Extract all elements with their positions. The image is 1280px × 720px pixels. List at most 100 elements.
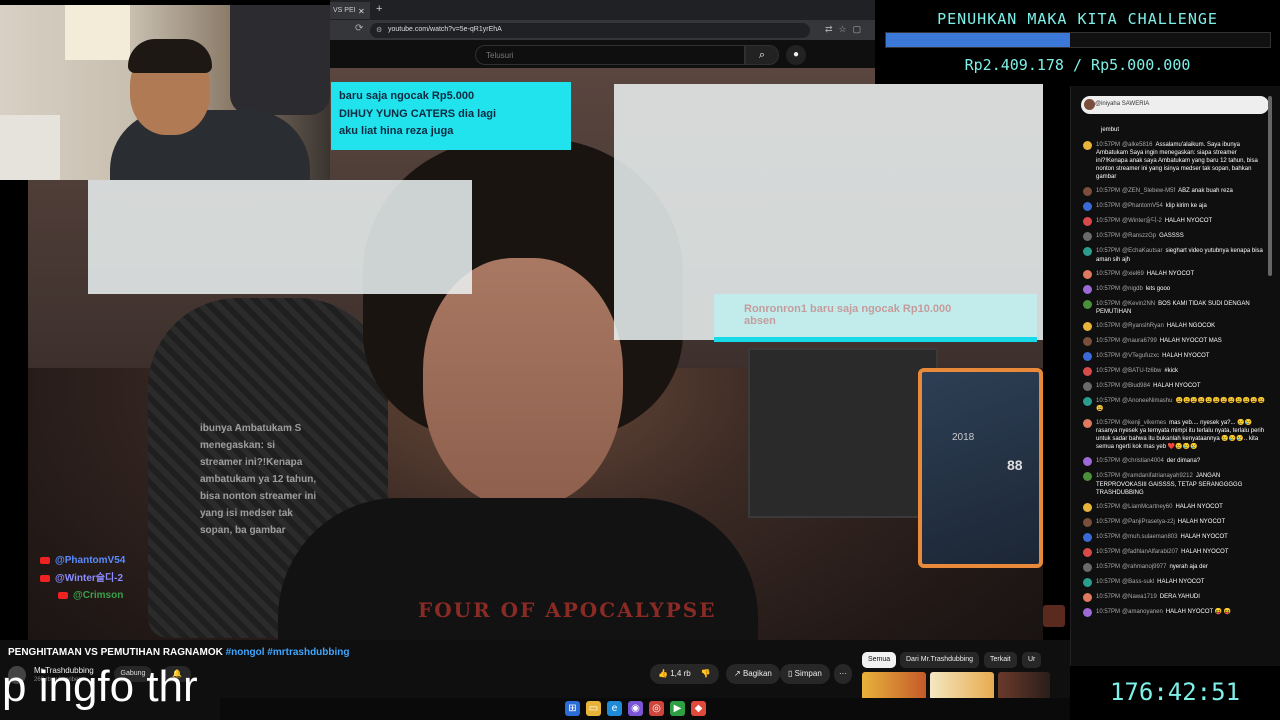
play-icon[interactable]: ▶ — [670, 701, 685, 716]
chat-timestamp: 10:57PM — [1096, 322, 1121, 329]
taskbar: ⊞ ▭ e ◉ ◎ ▶ ◆ — [220, 698, 1070, 720]
challenge-title: PENUHKAN MAKA KITA CHALLENGE — [937, 10, 1218, 28]
chat-username[interactable]: @RanszzGp — [1122, 233, 1156, 239]
related-video-thumbnail[interactable] — [862, 672, 926, 700]
like-icon: 👍 — [658, 669, 668, 678]
avatar — [1083, 562, 1092, 572]
related-video-thumbnail[interactable] — [998, 672, 1050, 700]
chat-username[interactable]: @Bass-sukl — [1122, 579, 1154, 585]
avatar — [1083, 517, 1092, 527]
avatar — [1083, 457, 1092, 467]
chat-message-body: 10:57PM @Kevin2NN BOS KAMI TIDAK SUDI DENG… — [1096, 300, 1269, 316]
new-tab-icon[interactable]: + — [376, 3, 382, 15]
chat-username[interactable]: @AnoneeNimashu — [1122, 398, 1172, 404]
edge-icon[interactable]: e — [607, 701, 622, 716]
chat-pinned-header[interactable]: @iniyaha SAWERIA — [1081, 96, 1269, 114]
avatar — [1083, 502, 1092, 512]
more-actions-button[interactable]: ··· — [834, 664, 852, 684]
chat-username[interactable]: @ZEN_Slebew-M5f — [1122, 188, 1175, 194]
browser-tab[interactable]: VS PEI ✕ — [330, 2, 370, 19]
chat-username[interactable]: @rahmanoj9977 — [1122, 564, 1166, 570]
chat-message-body: 10:57PM @Blud984 HALAH NYOCOT — [1096, 382, 1200, 391]
filter-chip[interactable]: Semua — [862, 652, 897, 668]
chat-username[interactable]: @alke5816 — [1122, 142, 1152, 148]
reload-icon[interactable]: ⟳ — [355, 23, 363, 34]
chat-text: HALAH NYOCOT — [1153, 382, 1201, 389]
chat-message: 10:57PM @Blud984 HALAH NYOCOT — [1083, 381, 1269, 391]
chat-text: GASSSS — [1159, 233, 1184, 240]
filter-chip[interactable]: Terkait — [984, 652, 1017, 668]
chat-timestamp: 10:57PM — [1096, 548, 1121, 555]
chat-username[interactable]: @Winter슬디-2 — [1122, 218, 1162, 224]
save-button[interactable]: ▯ Simpan — [780, 664, 830, 684]
chat-message: 10:57PM @alke5816 Assalamu'alaikum. Saya i… — [1083, 141, 1269, 181]
chat-username[interactable]: @VTegufuzxc — [1122, 353, 1159, 359]
address-bar[interactable]: ⚙ youtube.com/watch?v=5e-qR1yrEhA — [370, 23, 810, 38]
chat-username[interactable]: @Kevin2NN — [1122, 301, 1155, 307]
video-title-tags[interactable]: #nongol #mrtrashdubbing — [226, 647, 350, 658]
chrome-icon[interactable]: ◎ — [649, 701, 664, 716]
chat-message-body: 10:57PM @VTegufuzxc HALAH NYOCOT — [1096, 352, 1209, 361]
share-button[interactable]: ↗ Bagikan — [726, 664, 780, 684]
close-icon[interactable]: ✕ — [358, 7, 365, 16]
filter-chip[interactable]: Ur — [1022, 652, 1042, 668]
chat-text: nyerah aja der — [1169, 563, 1208, 570]
dislike-icon[interactable]: 👎 — [701, 669, 711, 678]
avatar — [1083, 187, 1092, 197]
search-icon[interactable]: ⌕ — [745, 45, 779, 65]
like-button[interactable]: 👍 1,4 rb 👎 — [650, 664, 719, 684]
chat-overlay-name: @PhantomV54 — [55, 555, 126, 566]
chat-username[interactable]: @muh.sulaeman803 — [1122, 534, 1177, 540]
chat-username[interactable]: @fadhlanAlfarabi207 — [1122, 549, 1178, 555]
chat-username[interactable]: @PanjiPrasetya-z2j — [1122, 519, 1175, 525]
chat-username[interactable]: @amanoyanen — [1122, 609, 1163, 615]
chat-username[interactable]: @PhantomV54 — [1122, 203, 1163, 209]
chat-username[interactable]: @Nawa1719 — [1122, 594, 1157, 600]
chat-timestamp: 10:57PM — [1096, 473, 1121, 480]
chat-scrollbar[interactable] — [1268, 96, 1272, 276]
youtube-icon — [58, 592, 68, 600]
chat-text: ABZ anak buah reza — [1178, 188, 1233, 195]
search-input[interactable]: Telusuri — [475, 45, 745, 65]
chat-timestamp: 10:57PM — [1096, 458, 1121, 465]
chat-message-body: 10:57PM @LiamMcartney60 HALAH NYOCOT — [1096, 503, 1223, 512]
chat-username[interactable]: @kenji_vikernes — [1122, 420, 1166, 426]
chat-message: 10:57PM @fadhlanAlfarabi207 HALAH NYOCOT — [1083, 547, 1269, 557]
chat-username[interactable]: @EchaKautsar — [1122, 248, 1162, 254]
discord-icon[interactable]: ◉ — [628, 701, 643, 716]
chat-timestamp: 10:57PM — [1096, 367, 1121, 374]
chat-message: 10:57PM @ZEN_Slebew-M5f ABZ anak buah reza — [1083, 187, 1269, 197]
windows-start-icon[interactable]: ⊞ — [565, 701, 580, 716]
chat-username[interactable]: @Blud984 — [1122, 383, 1150, 389]
toolbar-icons[interactable]: ⇄☆▢ — [825, 24, 867, 35]
streamer-face — [423, 258, 623, 508]
chat-username[interactable]: @BATU-fz6bw — [1122, 368, 1161, 374]
site-info-icon[interactable]: ⚙ — [376, 26, 382, 34]
chat-message: 10:57PM @BATU-fz6bw #kick — [1083, 366, 1269, 376]
chat-username[interactable]: @christian4004 — [1122, 458, 1164, 464]
donation-line: DIHUY YUNG CATERS dia lagi — [339, 107, 497, 120]
chat-message: 10:57PM @kenji_vikernes mas yeb.... nyesek… — [1083, 419, 1269, 451]
youtube-icon — [40, 557, 50, 565]
chat-message-body: 10:57PM @kenji_vikernes mas yeb.... nyesek… — [1096, 419, 1269, 451]
chat-username[interactable]: @RyanslhRyan — [1122, 323, 1164, 329]
chat-timestamp: 10:57PM — [1096, 533, 1121, 540]
related-video-thumbnail[interactable] — [930, 672, 994, 700]
challenge-progress-fill — [886, 33, 1071, 47]
chat-message-body: 10:57PM @RanszzGp GASSSS — [1096, 232, 1184, 241]
chat-username[interactable]: @xiel69 — [1122, 271, 1144, 277]
webcam-window — [65, 5, 130, 60]
filter-chip[interactable]: Dari Mr.Trashdubbing — [900, 652, 980, 668]
folder-icon[interactable]: ▭ — [586, 701, 601, 716]
brave-icon[interactable]: ◆ — [691, 701, 706, 716]
mic-icon[interactable]: ● — [786, 45, 806, 65]
chat-username[interactable]: @ramdanifatrianayah9212 — [1122, 473, 1193, 479]
chat-text: HALAH NYOCOT — [1175, 503, 1223, 510]
chat-username[interactable]: @nigdb — [1122, 286, 1143, 292]
chat-message: 10:57PM @PanjiPrasetya-z2j HALAH NYOCOT — [1083, 517, 1269, 527]
chat-text: HALAH NGOCOK — [1166, 322, 1216, 329]
chat-username[interactable]: @naura6799 — [1122, 338, 1157, 344]
webcam-feed — [0, 5, 330, 180]
chat-text: HALAH NYOCOT MAS — [1159, 337, 1222, 344]
chat-username[interactable]: @LiamMcartney60 — [1122, 504, 1172, 510]
